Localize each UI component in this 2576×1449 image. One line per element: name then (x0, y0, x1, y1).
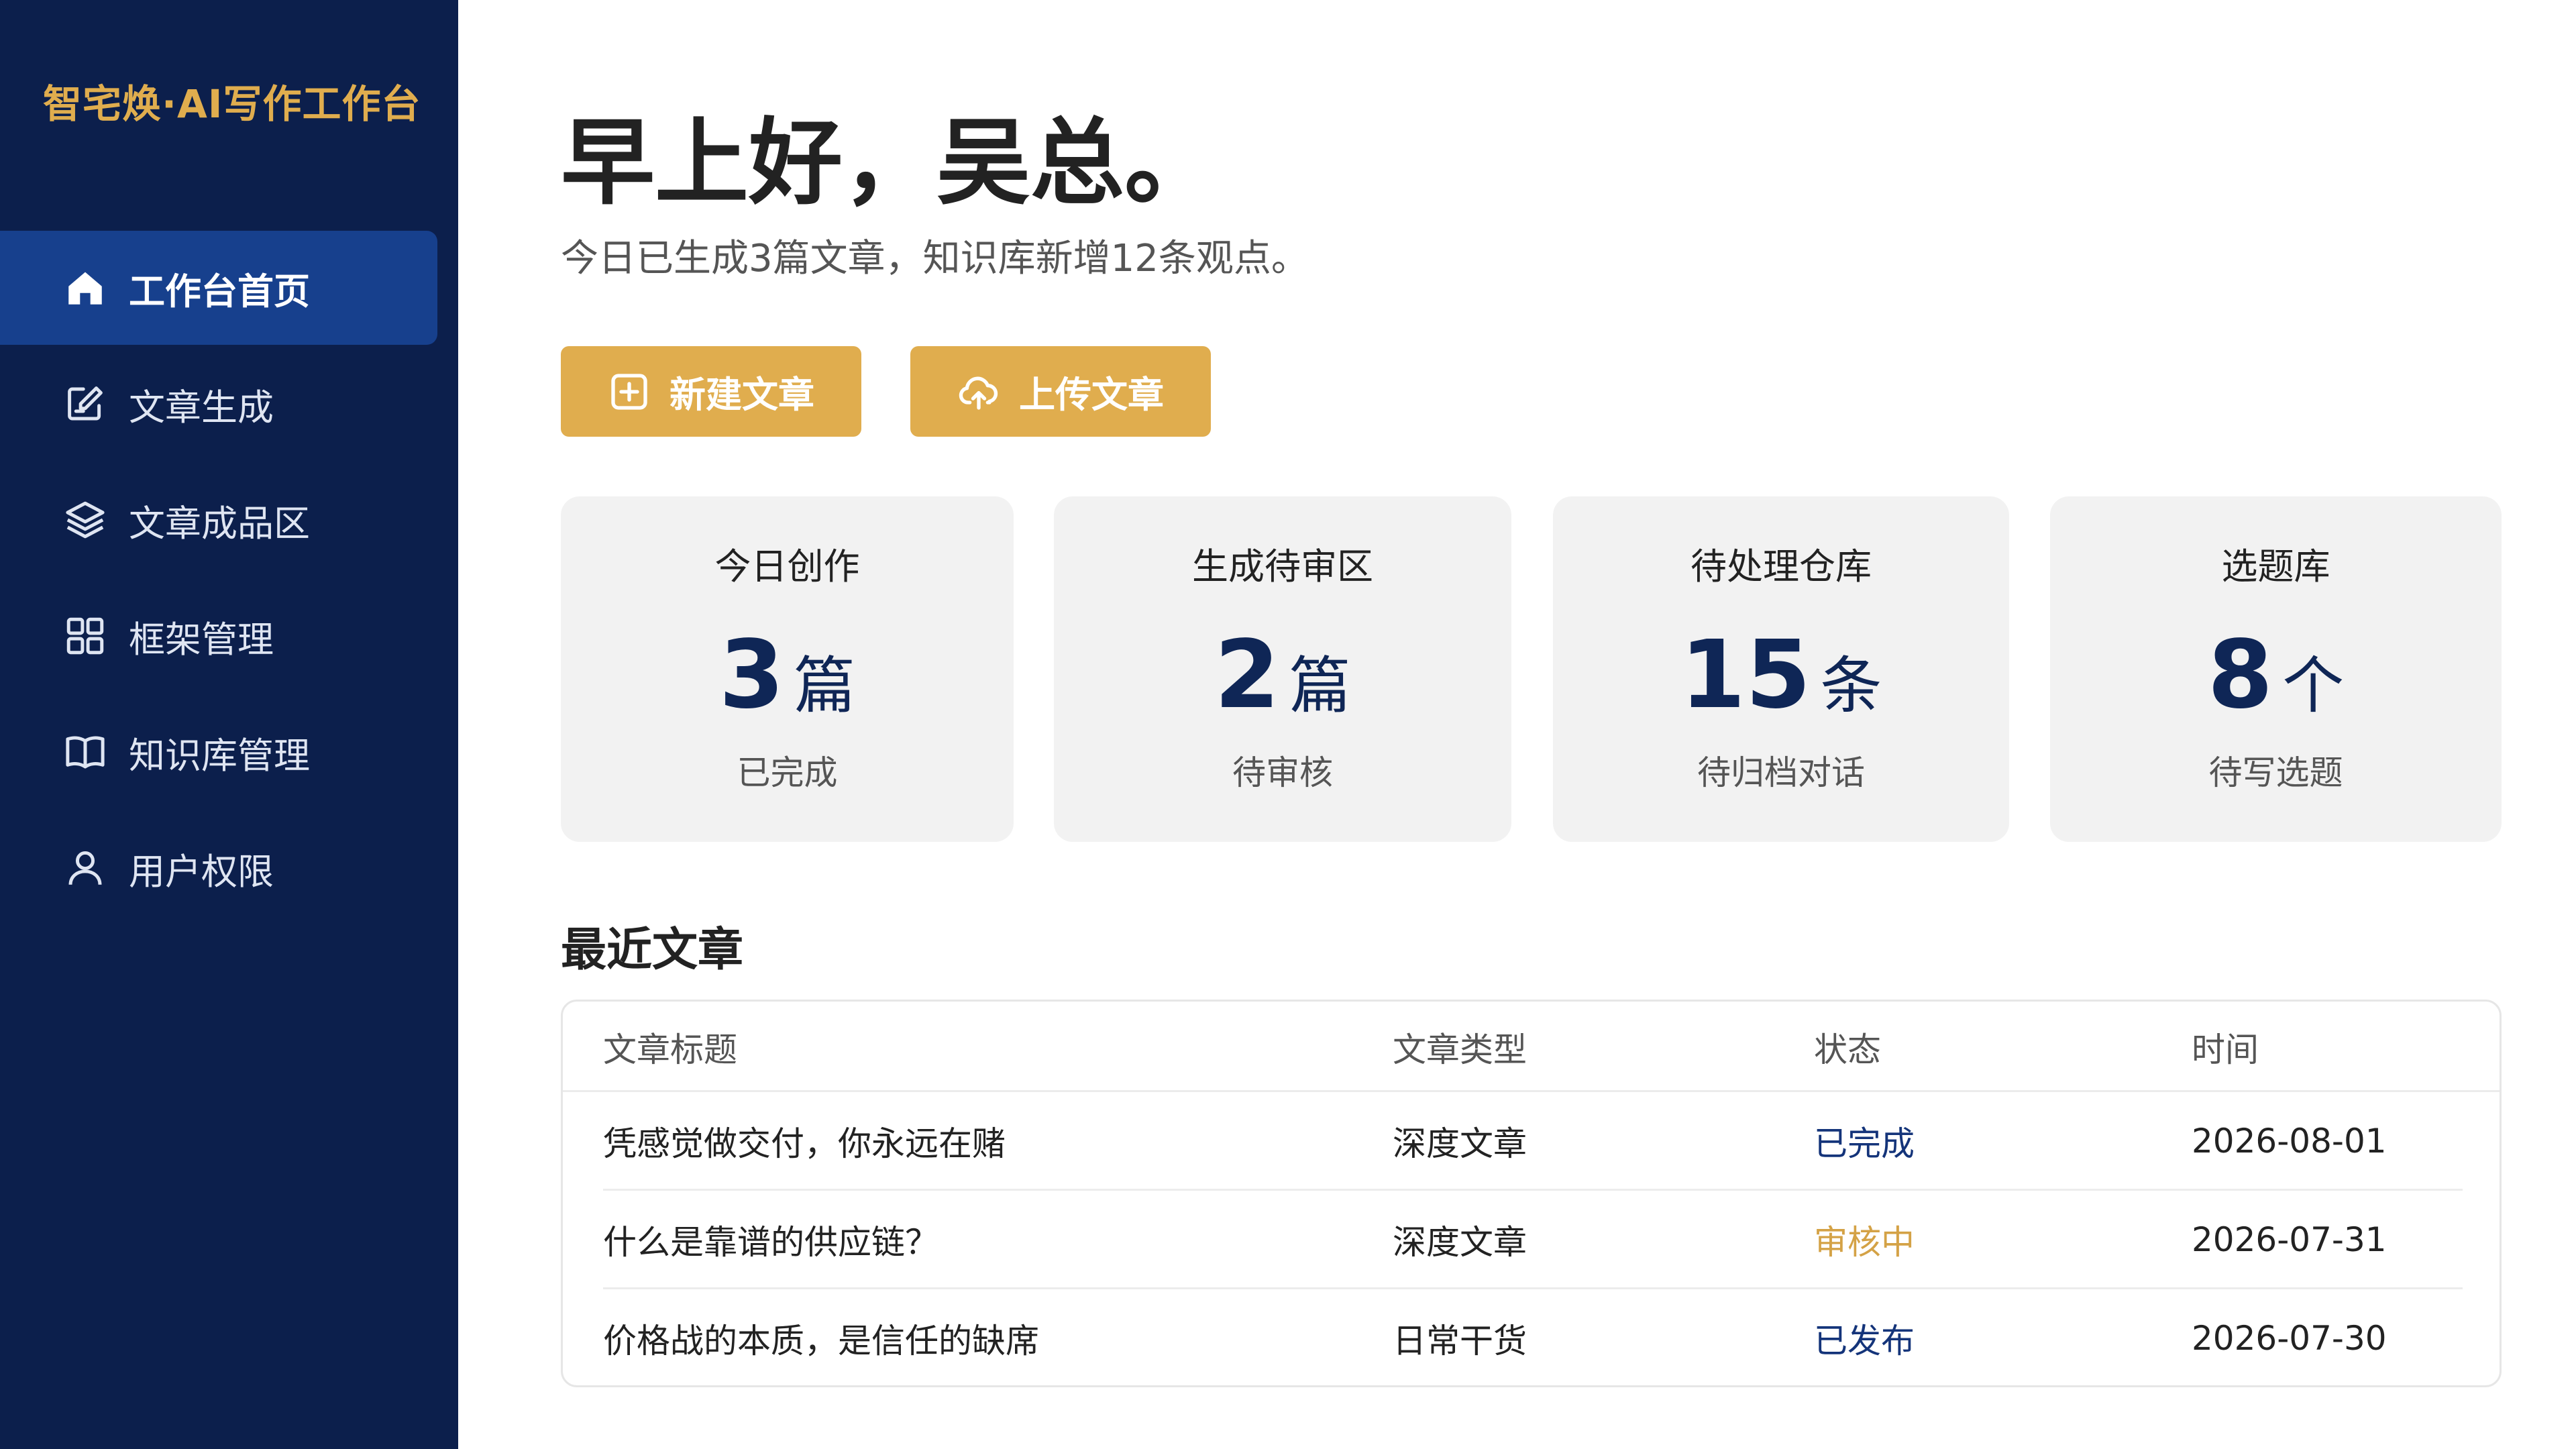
brand-title: 智宅焕·AI写作工作台 (43, 81, 421, 127)
sidebar-item-knowledge-base[interactable]: 知识库管理 (0, 695, 458, 809)
page-subtitle: 今日已生成3篇文章，知识库新增12条观点。 (561, 237, 1309, 280)
home-icon (63, 266, 107, 310)
stat-unit: 个 (2282, 650, 2345, 722)
stat-number: 8 (2207, 621, 2273, 730)
article-date: 2026-07-31 (2192, 1220, 2387, 1259)
stat-number: 15 (1680, 621, 1811, 730)
layers-icon (63, 498, 107, 542)
table-row[interactable]: 凭感觉做交付，你永远在赌 深度文章 已完成 2026-08-01 (563, 1092, 2500, 1191)
sidebar-item-label: 文章生成 (129, 386, 274, 429)
table-row[interactable]: 价格战的本质，是信任的缺席 日常干货 已发布 2026-07-30 (563, 1289, 2500, 1388)
stat-desc: 待写选题 (2208, 753, 2343, 792)
edit-icon (63, 382, 107, 426)
stat-card-warehouse[interactable]: 待处理仓库 15 条 待归档对话 (1553, 496, 2009, 842)
cloud-upload-icon (957, 370, 1000, 413)
stat-unit: 条 (1820, 650, 1882, 722)
status-badge: 已发布 (1814, 1322, 1915, 1360)
grid-icon (63, 614, 107, 658)
new-article-label: 新建文章 (669, 374, 814, 416)
stat-value: 15 条 (1553, 621, 2009, 730)
recent-articles-title: 最近文章 (561, 924, 744, 977)
stat-value: 3篇 (561, 621, 1014, 730)
main-content: 早上好，吴总。 今日已生成3篇文章，知识库新增12条观点。 新建文章 上传文章 … (458, 0, 2576, 1449)
stat-card-topics[interactable]: 选题库 8个 待写选题 (2050, 496, 2502, 842)
stat-number: 2 (1214, 621, 1280, 730)
sidebar-item-label: 工作台首页 (129, 270, 310, 313)
stat-unit: 篇 (1289, 650, 1351, 722)
stat-desc: 待审核 (1232, 753, 1333, 792)
sidebar-item-article-generate[interactable]: 文章生成 (0, 347, 458, 461)
stat-title: 今日创作 (714, 545, 860, 588)
page-title: 早上好，吴总。 (561, 109, 1219, 218)
sidebar: 智宅焕·AI写作工作台 工作台首页 文章生成 文章成品区 框架管理 知识库管理 … (0, 0, 458, 1449)
stat-unit: 篇 (794, 650, 856, 722)
column-header-title: 文章标题 (603, 1030, 737, 1069)
stat-card-today[interactable]: 今日创作 3篇 已完成 (561, 496, 1014, 842)
stat-title: 选题库 (2221, 545, 2330, 588)
article-title[interactable]: 凭感觉做交付，你永远在赌 (603, 1117, 1006, 1165)
new-article-button[interactable]: 新建文章 (561, 346, 861, 437)
user-icon (63, 846, 107, 890)
article-date: 2026-08-01 (2192, 1122, 2387, 1161)
status-badge: 已完成 (1814, 1124, 1915, 1163)
sidebar-item-label: 文章成品区 (129, 502, 310, 545)
article-title[interactable]: 什么是靠谱的供应链？ (603, 1216, 938, 1264)
stat-number: 3 (718, 621, 785, 730)
book-icon (63, 730, 107, 774)
upload-article-label: 上传文章 (1019, 374, 1164, 416)
sidebar-item-label: 用户权限 (129, 850, 274, 893)
stat-title: 生成待审区 (1192, 545, 1373, 588)
recent-articles-table: 文章标题 文章类型 状态 时间 凭感觉做交付，你永远在赌 深度文章 已完成 20… (561, 1000, 2502, 1387)
article-type: 深度文章 (1393, 1124, 1527, 1163)
table-header: 文章标题 文章类型 状态 时间 (563, 1002, 2500, 1092)
stat-title: 待处理仓库 (1690, 545, 1872, 588)
app-root: 智宅焕·AI写作工作台 工作台首页 文章生成 文章成品区 框架管理 知识库管理 … (0, 0, 2576, 1449)
sidebar-item-label: 框架管理 (129, 618, 274, 661)
stat-card-review[interactable]: 生成待审区 2篇 待审核 (1054, 496, 1511, 842)
column-header-type: 文章类型 (1393, 1030, 1527, 1069)
stat-value: 2篇 (1054, 621, 1511, 730)
status-badge: 审核中 (1814, 1223, 1915, 1262)
sidebar-item-home[interactable]: 工作台首页 (0, 231, 437, 345)
sidebar-item-article-output[interactable]: 文章成品区 (0, 463, 458, 577)
table-row[interactable]: 什么是靠谱的供应链？ 深度文章 审核中 2026-07-31 (563, 1191, 2500, 1289)
article-date: 2026-07-30 (2192, 1319, 2387, 1358)
article-title[interactable]: 价格战的本质，是信任的缺席 (603, 1314, 1039, 1362)
sidebar-item-label: 知识库管理 (129, 734, 310, 777)
column-header-status: 状态 (1814, 1030, 1881, 1069)
upload-article-button[interactable]: 上传文章 (910, 346, 1211, 437)
stat-value: 8个 (2050, 621, 2502, 730)
sidebar-nav: 工作台首页 文章生成 文章成品区 框架管理 知识库管理 用户权限 (0, 231, 458, 927)
article-type: 深度文章 (1393, 1223, 1527, 1262)
plus-square-icon (608, 370, 651, 413)
article-type: 日常干货 (1393, 1322, 1527, 1360)
sidebar-item-user-permissions[interactable]: 用户权限 (0, 811, 458, 925)
stat-desc: 待归档对话 (1697, 753, 1865, 792)
column-header-time: 时间 (2192, 1030, 2259, 1069)
sidebar-item-framework[interactable]: 框架管理 (0, 579, 458, 693)
stat-desc: 已完成 (737, 753, 838, 792)
